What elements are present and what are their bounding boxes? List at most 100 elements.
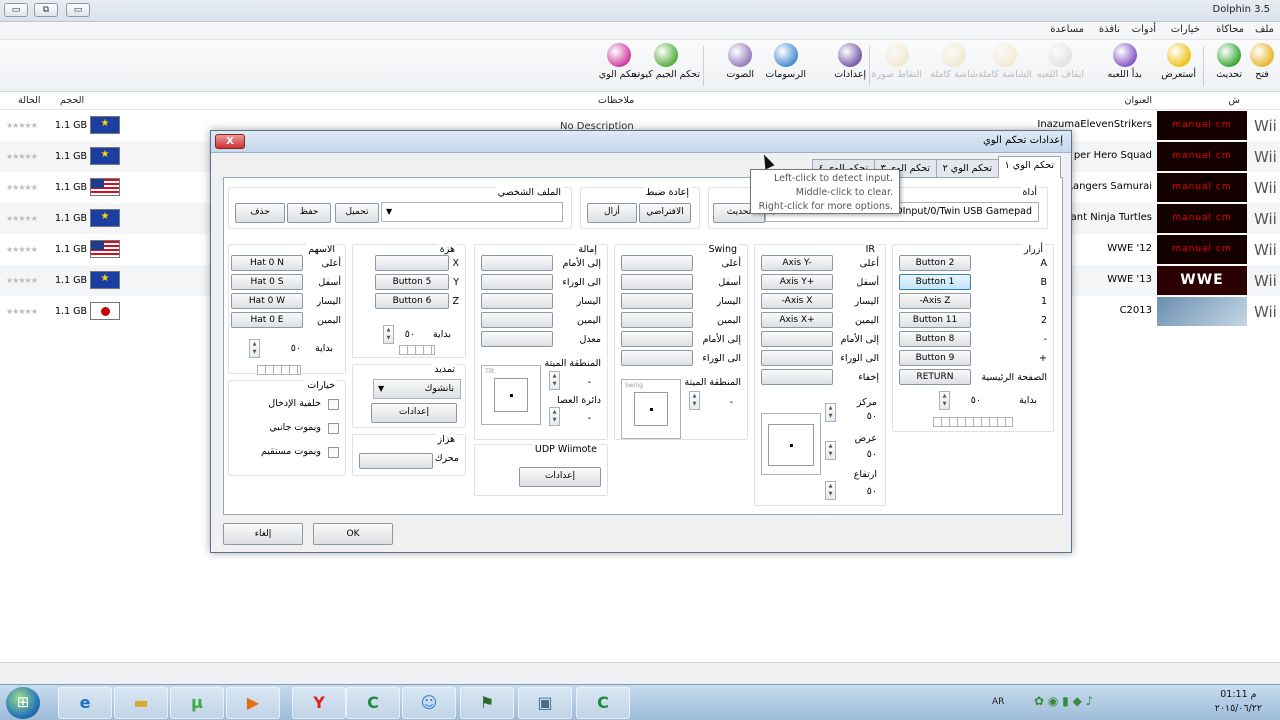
tilt-circle-spinner[interactable]: ▲ ▼ xyxy=(549,407,560,426)
swing-binding-button[interactable] xyxy=(621,331,693,347)
buttons-binding-button[interactable]: Button 11 xyxy=(899,312,971,328)
tilt-binding-button[interactable] xyxy=(481,312,553,328)
menu-tools[interactable]: أدوات xyxy=(1132,24,1156,35)
toolbar-monitor-button[interactable]: الرسومات xyxy=(765,43,806,80)
option-checkbox[interactable] xyxy=(328,447,339,458)
tilt-deadzone-spinner[interactable]: ▲ ▼ xyxy=(549,371,560,390)
clear-button[interactable]: أزال xyxy=(587,203,637,223)
camtasia-icon[interactable]: C xyxy=(346,687,400,719)
dpad-binding-button[interactable]: Hat 0 N xyxy=(231,255,303,271)
folder-icon[interactable]: ▬ xyxy=(114,687,168,719)
toolbar-wiimote-button[interactable]: تحكم الوي xyxy=(599,43,640,80)
swing-binding-button[interactable] xyxy=(621,274,693,290)
tray-icons[interactable]: ✿ ◉ ▮ ◆ ♪ xyxy=(1034,694,1093,708)
delete-button[interactable]: حذف xyxy=(235,203,285,223)
ir-binding-button[interactable]: -Axis X xyxy=(761,293,833,309)
tab-wiimote-1[interactable]: تحكم الوي ١ xyxy=(997,156,1061,178)
ir-binding-button[interactable]: Axis X+ xyxy=(761,312,833,328)
toolbar-folder-open-button[interactable]: فتح xyxy=(1250,43,1274,80)
camtasia-recorder-icon[interactable]: C xyxy=(576,687,630,719)
buttons-start-spinner[interactable]: ▲ ▼ xyxy=(939,391,950,410)
dpad-binding-button[interactable]: Hat 0 E xyxy=(231,312,303,328)
extension-settings-button[interactable]: إعدادات xyxy=(371,403,457,423)
utorrent-icon[interactable]: µ xyxy=(170,687,224,719)
toolbar-play-button[interactable]: بدأ اللعبه xyxy=(1107,43,1142,80)
media-player-icon[interactable]: ▶ xyxy=(226,687,280,719)
language-indicator[interactable]: AR xyxy=(992,697,1004,707)
col-size[interactable]: الحجم xyxy=(60,95,84,106)
wii-platform-icon: Wii xyxy=(1254,179,1277,197)
dialog-close-button[interactable]: X xyxy=(215,134,245,149)
menu-help[interactable]: مساعدة xyxy=(1050,24,1084,35)
tilt-binding-button[interactable] xyxy=(481,293,553,309)
close-window-button[interactable]: ▭ xyxy=(4,3,28,17)
col-notes[interactable]: ملاحظات xyxy=(598,95,634,106)
profile-select[interactable]: ▼ xyxy=(381,202,563,222)
toolbar-gamecube-pad-button[interactable]: تحكم الجيم كيوب xyxy=(632,43,700,80)
minimize-window-button[interactable]: ▭ xyxy=(66,3,90,17)
start-button[interactable]: ⊞ xyxy=(6,687,40,719)
ie-icon[interactable]: e xyxy=(58,687,112,719)
menu-emulation[interactable]: محاكاة xyxy=(1216,24,1244,35)
toolbar-speaker-button[interactable]: الصوت xyxy=(726,43,754,80)
buttons-binding-button[interactable]: RETURN xyxy=(899,369,971,385)
cancel-button[interactable]: إلغاء xyxy=(223,523,303,545)
restore-window-button[interactable]: ⧉ xyxy=(34,3,58,17)
dpad-start-spinner[interactable]: ▲ ▼ xyxy=(249,339,260,358)
swing-binding-button[interactable] xyxy=(621,312,693,328)
buttons-binding-button[interactable]: Button 8 xyxy=(899,331,971,347)
yandex-icon[interactable]: Y xyxy=(292,687,346,719)
buttons-binding-button[interactable]: Button 1 xyxy=(899,274,971,290)
game-size: 1.1 GB xyxy=(55,182,88,193)
toolbar-refresh-button[interactable]: تحديث xyxy=(1216,43,1242,80)
rumble-motor-button[interactable] xyxy=(359,453,433,469)
buttons-binding-button[interactable]: Button 9 xyxy=(899,350,971,366)
ir-binding-button[interactable]: Axis Y- xyxy=(761,255,833,271)
shake-binding-button[interactable] xyxy=(375,255,449,271)
col-title[interactable]: العنوان xyxy=(1124,95,1152,106)
ir-center-spinner[interactable]: ▲ ▼ xyxy=(825,403,836,422)
udp-settings-button[interactable]: إعدادات xyxy=(519,467,601,487)
swing-deadzone-spinner[interactable]: ▲ ▼ xyxy=(689,391,700,410)
shake-start-value: ٥٠ xyxy=(404,329,415,340)
col-platform[interactable]: ش xyxy=(1228,95,1240,106)
buttons-binding-button[interactable]: -Axis Z xyxy=(899,293,971,309)
flag-app-icon[interactable]: ⚑ xyxy=(460,687,514,719)
clock[interactable]: 01:11 م ٢٠١٥/٠٦/٢٢ xyxy=(1215,688,1262,716)
shake-start-spinner[interactable]: ▲ ▼ xyxy=(383,325,394,344)
swing-binding-button[interactable] xyxy=(621,350,693,366)
menu-window[interactable]: نافذة xyxy=(1099,24,1120,35)
col-state[interactable]: الحالة xyxy=(18,95,41,106)
swing-binding-button[interactable] xyxy=(621,255,693,271)
menu-file[interactable]: ملف xyxy=(1255,24,1274,35)
extension-select[interactable]: ▼ نانشوك xyxy=(373,379,461,399)
window-app-icon[interactable]: ▣ xyxy=(518,687,572,719)
toolbar-star-button[interactable]: أستعرض xyxy=(1161,43,1196,80)
dpad-binding-button[interactable]: Hat 0 W xyxy=(231,293,303,309)
tab-wiimote-2[interactable]: تحكم الوي ٢ xyxy=(935,159,999,177)
swing-binding-button[interactable] xyxy=(621,293,693,309)
tilt-binding-button[interactable] xyxy=(481,274,553,290)
menu-options[interactable]: خيارات xyxy=(1171,24,1200,35)
option-checkbox[interactable] xyxy=(328,423,339,434)
shake-binding-button[interactable]: Button 6 xyxy=(375,293,449,309)
person-app-icon[interactable]: ☺ xyxy=(402,687,456,719)
ir-binding-button[interactable] xyxy=(761,350,833,366)
dpad-input-meter xyxy=(257,365,301,375)
ir-binding-button[interactable] xyxy=(761,369,833,385)
ir-width-spinner[interactable]: ▲ ▼ xyxy=(825,441,836,460)
save-button[interactable]: حفظ xyxy=(287,203,331,223)
dpad-binding-button[interactable]: Hat 0 S xyxy=(231,274,303,290)
load-button[interactable]: تحميل xyxy=(335,203,379,223)
shake-binding-button[interactable]: Button 5 xyxy=(375,274,449,290)
tilt-binding-button[interactable] xyxy=(481,331,553,347)
default-button[interactable]: الافتراضي xyxy=(639,203,691,223)
ir-binding-button[interactable] xyxy=(761,331,833,347)
ir-height-spinner[interactable]: ▲ ▼ xyxy=(825,481,836,500)
buttons-binding-button[interactable]: Button 2 xyxy=(899,255,971,271)
option-checkbox[interactable] xyxy=(328,399,339,410)
tilt-binding-button[interactable] xyxy=(481,255,553,271)
ok-button[interactable]: OK xyxy=(313,523,393,545)
ir-binding-button[interactable]: Axis Y+ xyxy=(761,274,833,290)
toolbar-wrench-button[interactable]: إعدادات xyxy=(834,43,866,80)
